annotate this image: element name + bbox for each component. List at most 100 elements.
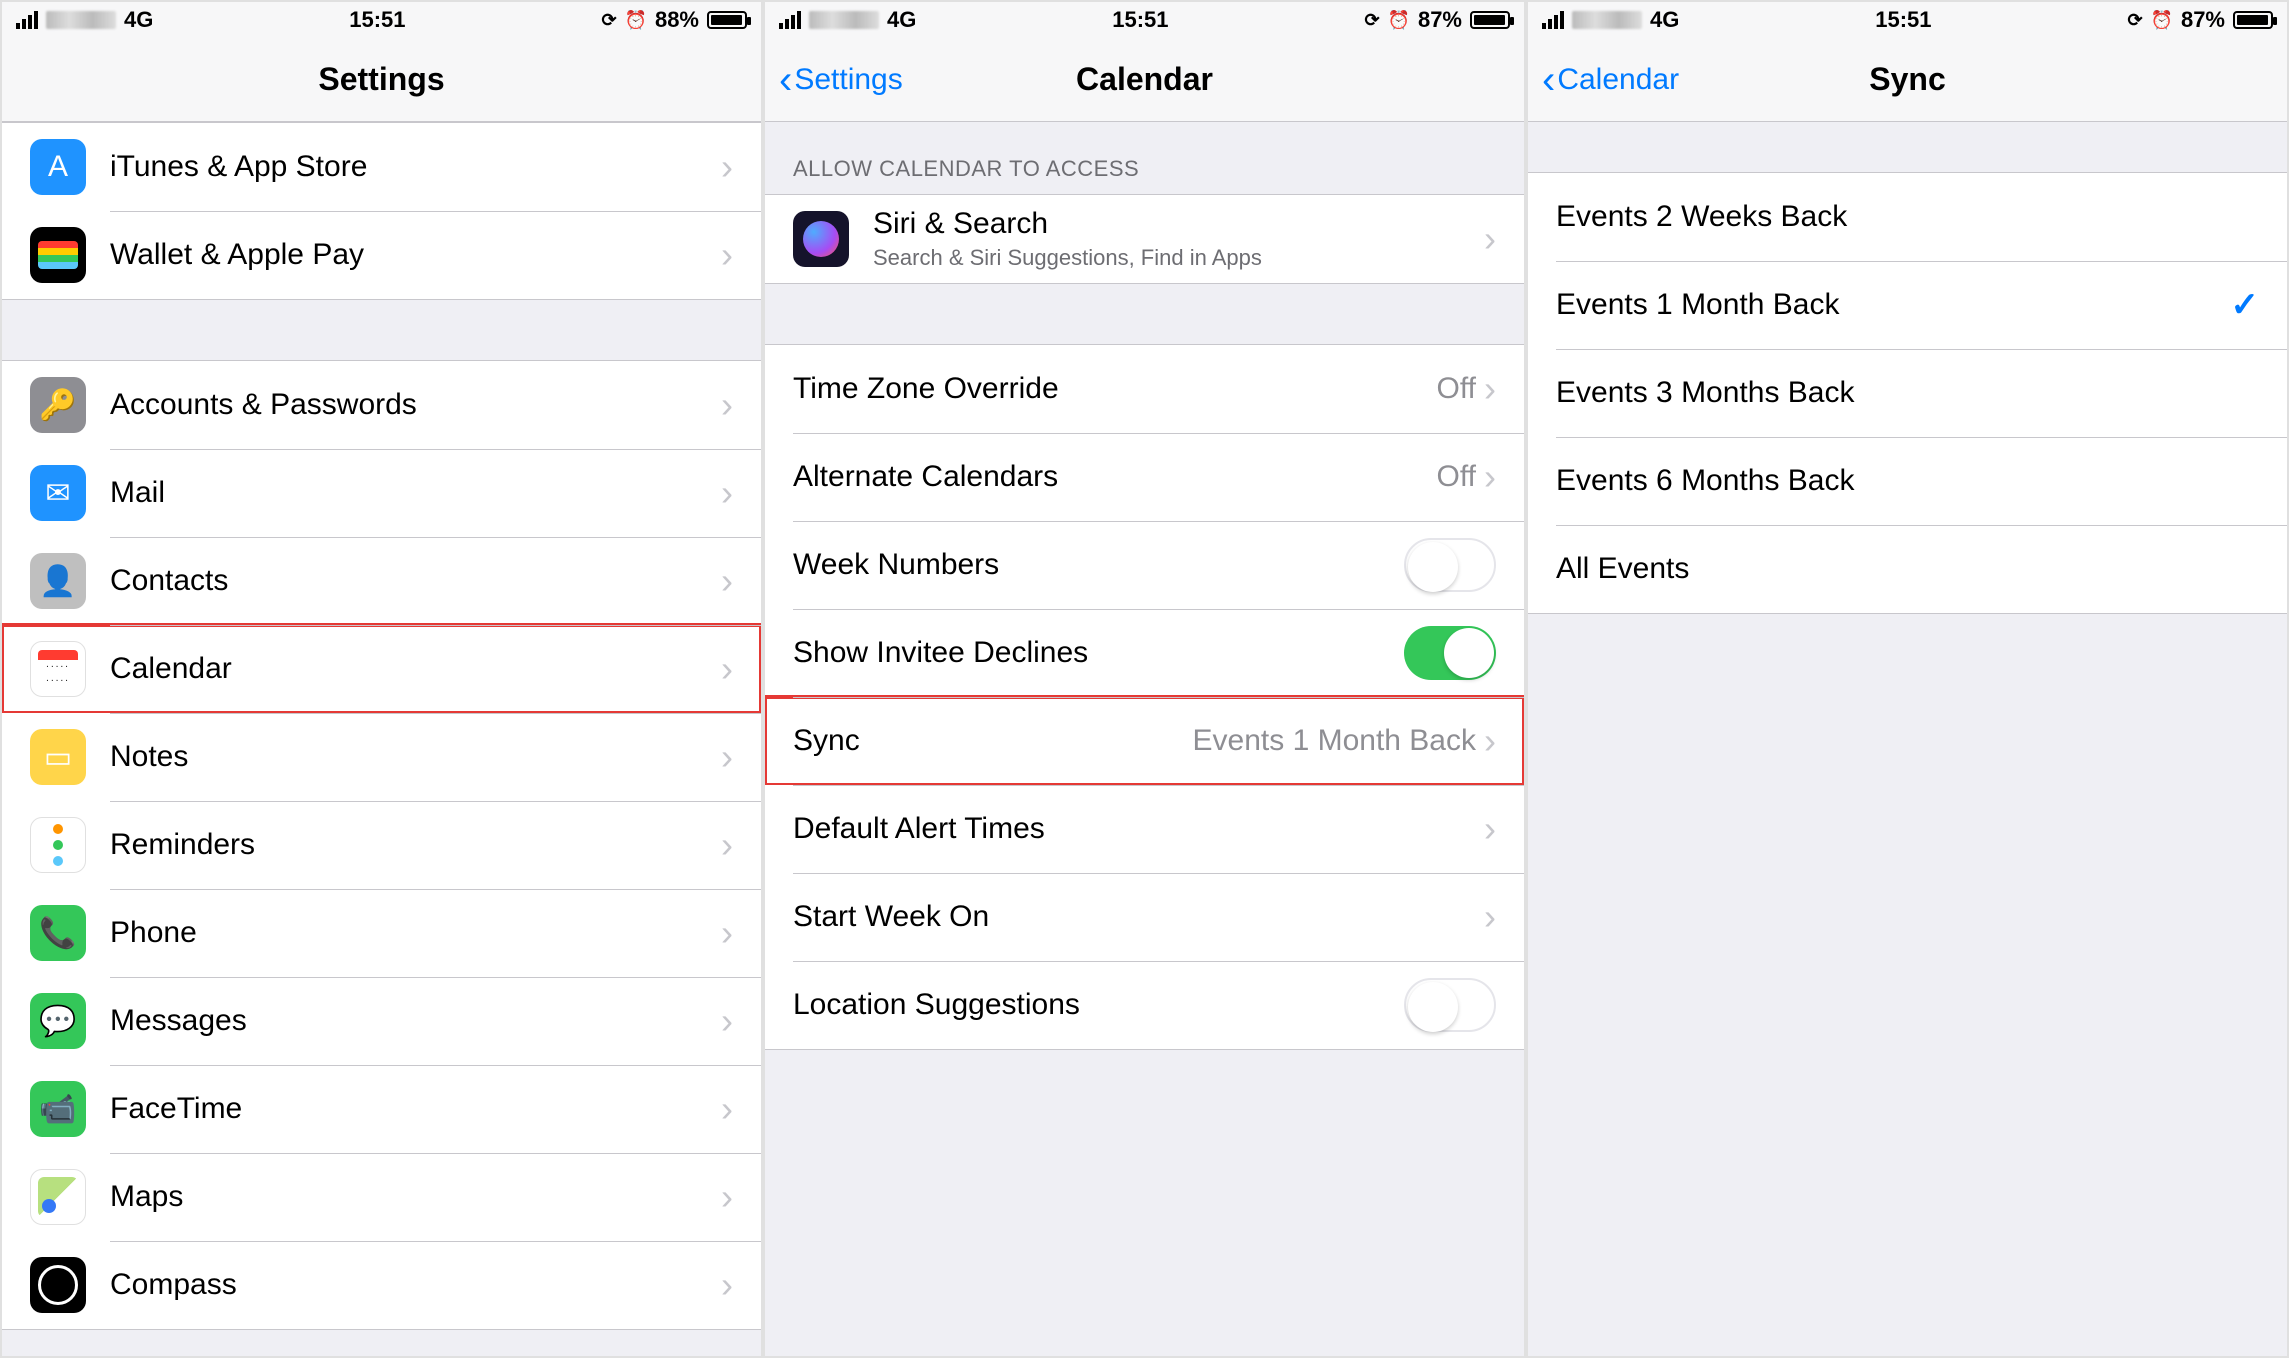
row-maps[interactable]: Maps› xyxy=(2,1153,761,1241)
row-alternate-calendars[interactable]: Alternate CalendarsOff› xyxy=(765,433,1524,521)
row-itunes-app-store[interactable]: AiTunes & App Store › xyxy=(2,123,761,211)
chevron-right-icon: › xyxy=(721,146,733,188)
row-label: Calendar xyxy=(110,652,232,686)
status-bar: 4G 15:51 ⟳ ⏰ 87% xyxy=(765,2,1524,38)
orientation-lock-icon: ⟳ xyxy=(1364,10,1379,31)
calendar-settings-list: ALLOW CALENDAR TO ACCESS Siri & Search S… xyxy=(765,122,1524,1356)
option-events-2-weeks-back[interactable]: Events 2 Weeks Back xyxy=(1528,173,2287,261)
row-label: Phone xyxy=(110,916,197,950)
chevron-right-icon: › xyxy=(1484,896,1496,938)
row-label: Notes xyxy=(110,740,188,774)
row-label: Default Alert Times xyxy=(793,812,1045,846)
facetime-icon: 📹 xyxy=(30,1081,86,1137)
battery-icon xyxy=(707,11,747,29)
row-value: Off xyxy=(1437,372,1476,406)
settings-list: AiTunes & App Store›Wallet & Apple Pay›🔑… xyxy=(2,122,761,1356)
row-value: Events 1 Month Back xyxy=(1193,724,1476,758)
clock: 15:51 xyxy=(1679,7,2127,33)
back-label: Settings xyxy=(794,63,902,97)
battery-icon xyxy=(1470,11,1510,29)
row-notes[interactable]: ▭Notes› xyxy=(2,713,761,801)
row-time-zone-override[interactable]: Time Zone Override Off› xyxy=(765,345,1524,433)
back-label: Calendar xyxy=(1557,63,1679,97)
row-week-numbers[interactable]: Week Numbers xyxy=(765,521,1524,609)
network-type: 4G xyxy=(1650,7,1679,33)
row-siri-search[interactable]: Siri & Search Search & Siri Suggestions,… xyxy=(765,195,1524,283)
row-label: Messages xyxy=(110,1004,247,1038)
sync-options-list: Events 2 Weeks BackEvents 1 Month Back✓E… xyxy=(1528,122,2287,1356)
signal-icon xyxy=(779,11,801,29)
screen-settings: 4G 15:51 ⟳ ⏰ 88% Settings AiTunes & App … xyxy=(0,0,763,1358)
chevron-right-icon: › xyxy=(1484,368,1496,410)
contacts-icon: 👤 xyxy=(30,553,86,609)
row-start-week-on[interactable]: Start Week On › xyxy=(765,873,1524,961)
row-label: Contacts xyxy=(110,564,228,598)
battery-icon xyxy=(2233,11,2273,29)
chevron-right-icon: › xyxy=(721,1000,733,1042)
option-events-1-month-back[interactable]: Events 1 Month Back✓ xyxy=(1528,261,2287,349)
chevron-right-icon: › xyxy=(721,560,733,602)
chevron-right-icon: › xyxy=(721,648,733,690)
chevron-right-icon: › xyxy=(1484,456,1496,498)
battery-percent: 87% xyxy=(2181,7,2225,33)
signal-icon xyxy=(1542,11,1564,29)
toggle-show-invitee-declines[interactable] xyxy=(1404,626,1496,680)
screen-sync-options: 4G 15:51 ⟳ ⏰ 87% ‹ Calendar Sync Events … xyxy=(1526,0,2289,1358)
chevron-right-icon: › xyxy=(721,912,733,954)
carrier-text xyxy=(46,11,116,29)
chevron-right-icon: › xyxy=(721,234,733,276)
row-reminders[interactable]: Reminders› xyxy=(2,801,761,889)
row-location-suggestions[interactable]: Location Suggestions xyxy=(765,961,1524,1049)
compass-icon xyxy=(30,1257,86,1313)
row-calendar[interactable]: ∙∙∙∙∙∙∙∙∙∙ Calendar › xyxy=(2,625,761,713)
siri-icon xyxy=(793,211,849,267)
alarm-icon: ⏰ xyxy=(2151,10,2173,31)
row-sync[interactable]: SyncEvents 1 Month Back› xyxy=(765,697,1524,785)
row-label: Show Invitee Declines xyxy=(793,636,1088,670)
row-compass[interactable]: Compass› xyxy=(2,1241,761,1329)
siri-label: Siri & Search xyxy=(873,207,1262,241)
row-messages[interactable]: 💬 Messages › xyxy=(2,977,761,1065)
option-label: All Events xyxy=(1556,552,1689,586)
toggle-location-suggestions[interactable] xyxy=(1404,978,1496,1032)
chevron-right-icon: › xyxy=(1484,808,1496,850)
clock: 15:51 xyxy=(153,7,601,33)
mail-icon: ✉ xyxy=(30,465,86,521)
row-label: Week Numbers xyxy=(793,548,999,582)
back-button[interactable]: ‹ Calendar xyxy=(1542,60,1679,100)
row-label: Time Zone Override xyxy=(793,372,1059,406)
row-default-alert-times[interactable]: Default Alert Times › xyxy=(765,785,1524,873)
maps-icon xyxy=(30,1169,86,1225)
wallet-icon xyxy=(30,227,86,283)
calendar-icon: ∙∙∙∙∙∙∙∙∙∙ xyxy=(30,641,86,697)
row-label: Start Week On xyxy=(793,900,989,934)
signal-icon xyxy=(16,11,38,29)
option-label: Events 2 Weeks Back xyxy=(1556,200,1847,234)
screen-calendar-settings: 4G 15:51 ⟳ ⏰ 87% ‹ Settings Calendar ALL… xyxy=(763,0,1526,1358)
row-label: iTunes & App Store xyxy=(110,150,367,184)
row-accounts-passwords[interactable]: 🔑Accounts & Passwords› xyxy=(2,361,761,449)
chevron-right-icon: › xyxy=(721,384,733,426)
network-type: 4G xyxy=(124,7,153,33)
row-phone[interactable]: 📞 Phone › xyxy=(2,889,761,977)
chevron-right-icon: › xyxy=(721,472,733,514)
row-show-invitee-declines[interactable]: Show Invitee Declines xyxy=(765,609,1524,697)
messages-icon: 💬 xyxy=(30,993,86,1049)
row-facetime[interactable]: 📹FaceTime› xyxy=(2,1065,761,1153)
back-button[interactable]: ‹ Settings xyxy=(779,60,903,100)
row-contacts[interactable]: 👤 Contacts › xyxy=(2,537,761,625)
notes-icon: ▭ xyxy=(30,729,86,785)
row-mail[interactable]: ✉Mail› xyxy=(2,449,761,537)
battery-percent: 87% xyxy=(1418,7,1462,33)
chevron-left-icon: ‹ xyxy=(1542,60,1555,100)
battery-percent: 88% xyxy=(655,7,699,33)
option-all-events[interactable]: All Events xyxy=(1528,525,2287,613)
nav-bar: ‹ Settings Calendar xyxy=(765,38,1524,122)
option-events-3-months-back[interactable]: Events 3 Months Back xyxy=(1528,349,2287,437)
phone-icon: 📞 xyxy=(30,905,86,961)
option-events-6-months-back[interactable]: Events 6 Months Back xyxy=(1528,437,2287,525)
appstore-icon: A xyxy=(30,139,86,195)
row-label: Location Suggestions xyxy=(793,988,1080,1022)
row-wallet-apple-pay[interactable]: Wallet & Apple Pay› xyxy=(2,211,761,299)
toggle-week-numbers[interactable] xyxy=(1404,538,1496,592)
